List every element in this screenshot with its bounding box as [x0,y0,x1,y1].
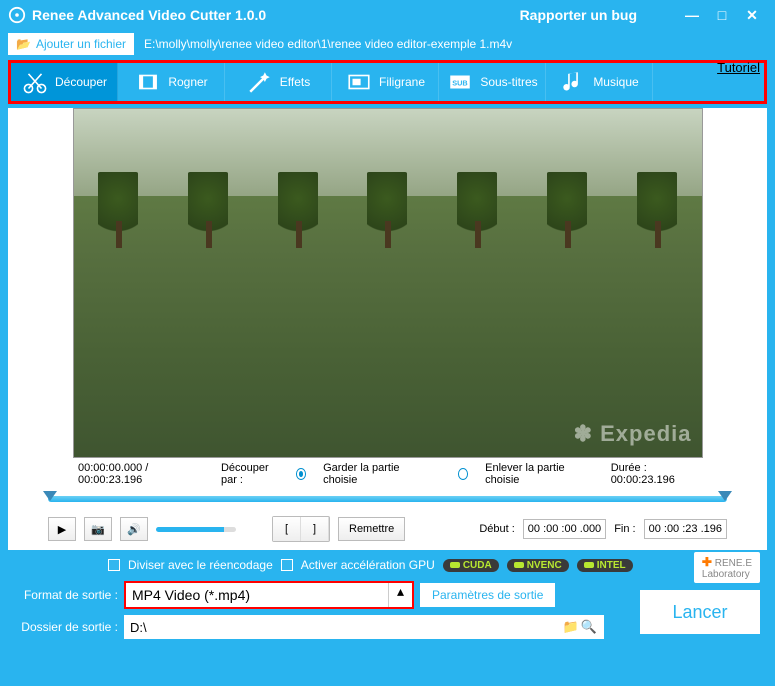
tab-effects[interactable]: Effets [225,63,332,101]
divide-checkbox[interactable] [108,559,120,571]
brand-logo: ✚ RENE.ELaboratory [694,552,760,583]
tab-subtitles[interactable]: SUBSous-titres [439,63,546,101]
watermark-logo: ✽ Expedia [574,421,692,447]
radio-keep[interactable] [296,468,306,480]
end-time-input[interactable]: 00 :00 :23 .196 [644,519,727,539]
speaker-icon: 🔊 [127,523,141,536]
add-file-label: Ajouter un fichier [36,37,126,51]
tab-crop[interactable]: Rogner [118,63,225,101]
gpu-checkbox[interactable] [281,559,293,571]
add-file-button[interactable]: 📂 Ajouter un fichier [8,33,134,55]
duration-label: Durée : 00:00:23.196 [611,462,697,486]
folder-plus-icon: 📂 [16,37,31,51]
app-title: Renee Advanced Video Cutter 1.0.0 [32,7,266,23]
svg-text:SUB: SUB [453,78,468,87]
time-position: 00:00:00.000 / 00:00:23.196 [78,462,193,486]
nvenc-badge: NVENC [507,559,569,572]
trim-end-handle[interactable] [718,491,732,501]
format-select[interactable]: MP4 Video (*.mp4) ▴ [124,581,414,609]
search-icon[interactable]: 🔍 [580,619,598,635]
reset-button[interactable]: Remettre [338,517,405,541]
output-params-button[interactable]: Paramètres de sortie [420,583,555,607]
file-path: E:\molly\molly\renee video editor\1\rene… [144,37,512,51]
end-label: Fin : [614,523,635,535]
mark-in-button[interactable]: [ [273,517,301,541]
tutorial-link[interactable]: Tutoriel [717,60,760,75]
begin-label: Début : [479,523,514,535]
chevron-up-icon[interactable]: ▴ [388,583,412,607]
volume-slider[interactable] [156,527,236,532]
cuda-badge: CUDA [443,559,499,572]
format-label: Format de sortie : [8,588,118,602]
tab-music[interactable]: Musique [546,63,653,101]
report-bug-link[interactable]: Rapporter un bug [520,7,637,23]
begin-time-input[interactable]: 00 :00 :00 .000 [523,519,606,539]
volume-button[interactable]: 🔊 [120,517,148,541]
tool-tabs: Découper Rogner Effets Filigrane SUBSous… [8,60,767,104]
tab-cut[interactable]: Découper [11,63,118,101]
video-preview[interactable]: ✽ Expedia [73,108,703,458]
camera-icon: 📷 [91,523,105,536]
intel-badge: INTEL [577,559,633,572]
folder-label: Dossier de sortie : [8,620,118,634]
trim-slider[interactable] [48,496,727,502]
folder-icon[interactable]: 📁 [562,619,580,635]
mark-out-button[interactable]: ] [301,517,329,541]
play-button[interactable]: ▶ [48,517,76,541]
radio-remove[interactable] [458,468,468,480]
cut-by-label: Découper par : [221,462,282,486]
maximize-button[interactable]: □ [707,7,737,23]
close-button[interactable]: ✕ [737,7,767,24]
minimize-button[interactable]: ― [677,7,707,23]
tab-watermark[interactable]: Filigrane [332,63,439,101]
launch-button[interactable]: Lancer [640,590,760,634]
trim-start-handle[interactable] [43,491,57,501]
app-icon [8,6,26,24]
snapshot-button[interactable]: 📷 [84,517,112,541]
output-folder-input[interactable]: D:\ 📁 🔍 [124,615,604,639]
